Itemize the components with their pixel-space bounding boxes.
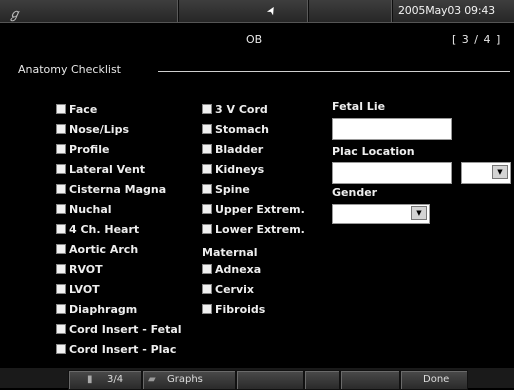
checklist-item-cord-insert-fetal[interactable]: Cord Insert - Fetal bbox=[56, 322, 182, 338]
checklist-item-label: Cord Insert - Fetal bbox=[69, 323, 182, 336]
checklist-item-label: Fibroids bbox=[215, 303, 266, 316]
plac-location-label: Plac Location bbox=[332, 145, 415, 158]
checklist-item-3-v-cord[interactable]: 3 V Cord bbox=[202, 102, 268, 118]
page-icon: ▮ bbox=[87, 374, 93, 385]
gender-label: Gender bbox=[332, 186, 378, 199]
checkbox[interactable] bbox=[56, 264, 66, 274]
graphs-button-label: Graphs bbox=[167, 374, 203, 385]
page-button-label: 3/4 bbox=[107, 374, 124, 385]
checkbox[interactable] bbox=[202, 184, 212, 194]
checkbox[interactable] bbox=[56, 244, 66, 254]
checklist-item-4-ch-heart[interactable]: 4 Ch. Heart bbox=[56, 222, 139, 238]
checklist-item-face[interactable]: Face bbox=[56, 102, 97, 118]
checklist-item-label: Profile bbox=[69, 143, 110, 156]
chevron-down-icon[interactable]: ▼ bbox=[411, 206, 427, 220]
checkbox[interactable] bbox=[56, 184, 66, 194]
softkey-3[interactable] bbox=[236, 370, 304, 390]
status-bar: ℊ ➤ 2005May03 09:43 bbox=[0, 0, 514, 23]
checklist-item-fibroids[interactable]: Fibroids bbox=[202, 302, 265, 318]
checklist-item-label: Nuchal bbox=[69, 203, 112, 216]
checklist-item-aortic-arch[interactable]: Aortic Arch bbox=[56, 242, 138, 258]
checklist-item-label: RVOT bbox=[69, 263, 103, 276]
checklist-item-label: Cord Insert - Plac bbox=[69, 343, 177, 356]
fetal-lie-field[interactable] bbox=[332, 118, 452, 140]
checkbox[interactable] bbox=[202, 204, 212, 214]
checkbox[interactable] bbox=[56, 284, 66, 294]
checklist-item-label: Bladder bbox=[215, 143, 264, 156]
checklist-item-label: Adnexa bbox=[215, 263, 262, 276]
checkbox[interactable] bbox=[202, 104, 212, 114]
checklist-item-label: Spine bbox=[215, 183, 250, 196]
done-button[interactable]: Done bbox=[400, 370, 468, 390]
graphs-button[interactable]: ▰ Graphs bbox=[142, 370, 236, 390]
graph-icon: ▰ bbox=[148, 374, 156, 385]
checklist-item-label: Lateral Vent bbox=[69, 163, 146, 176]
checklist-item-rvot[interactable]: RVOT bbox=[56, 262, 103, 278]
checkbox[interactable] bbox=[56, 204, 66, 214]
page-indicator: [ 3 / 4 ] bbox=[452, 33, 502, 46]
plac-location-select[interactable]: ▼ bbox=[461, 162, 511, 184]
checkbox[interactable] bbox=[202, 124, 212, 134]
checklist-item-label: 4 Ch. Heart bbox=[69, 223, 140, 236]
checklist-item-label: Upper Extrem. bbox=[215, 203, 305, 216]
checkbox[interactable] bbox=[56, 144, 66, 154]
checklist-item-cisterna-magna[interactable]: Cisterna Magna bbox=[56, 182, 166, 198]
checklist-item-label: Aortic Arch bbox=[69, 243, 139, 256]
checklist-item-lvot[interactable]: LVOT bbox=[56, 282, 100, 298]
softkey-4[interactable] bbox=[304, 370, 340, 390]
checklist-item-cervix[interactable]: Cervix bbox=[202, 282, 254, 298]
checkbox[interactable] bbox=[56, 324, 66, 334]
checkbox[interactable] bbox=[56, 304, 66, 314]
date-time: 2005May03 09:43 bbox=[398, 4, 495, 17]
plac-location-field[interactable] bbox=[332, 162, 452, 184]
checkbox[interactable] bbox=[202, 144, 212, 154]
checklist-item-bladder[interactable]: Bladder bbox=[202, 142, 263, 158]
checkbox[interactable] bbox=[202, 264, 212, 274]
checkbox[interactable] bbox=[202, 304, 212, 314]
fetal-lie-label: Fetal Lie bbox=[332, 100, 386, 113]
checklist-item-lower-extrem[interactable]: Lower Extrem. bbox=[202, 222, 305, 238]
checklist-item-label: Lower Extrem. bbox=[215, 223, 305, 236]
section-title: Anatomy Checklist bbox=[18, 63, 121, 76]
done-button-label: Done bbox=[423, 374, 450, 385]
checkbox[interactable] bbox=[56, 224, 66, 234]
checklist-item-diaphragm[interactable]: Diaphragm bbox=[56, 302, 137, 318]
checklist-item-label: Face bbox=[69, 103, 98, 116]
checkbox[interactable] bbox=[202, 224, 212, 234]
checklist-item-label: LVOT bbox=[69, 283, 100, 296]
checkbox[interactable] bbox=[56, 124, 66, 134]
checklist-item-nose-lips[interactable]: Nose/Lips bbox=[56, 122, 129, 138]
checklist-item-label: Kidneys bbox=[215, 163, 265, 176]
checklist-item-lateral-vent[interactable]: Lateral Vent bbox=[56, 162, 145, 178]
checklist-item-upper-extrem[interactable]: Upper Extrem. bbox=[202, 202, 305, 218]
checklist-item-adnexa[interactable]: Adnexa bbox=[202, 262, 261, 278]
page-button[interactable]: ▮ 3/4 bbox=[68, 370, 142, 390]
checkbox[interactable] bbox=[202, 284, 212, 294]
checklist-item-nuchal[interactable]: Nuchal bbox=[56, 202, 112, 218]
checklist-item-label: Cisterna Magna bbox=[69, 183, 167, 196]
checklist-item-label: Stomach bbox=[215, 123, 269, 136]
checkbox[interactable] bbox=[202, 164, 212, 174]
checklist-item-label: Nose/Lips bbox=[69, 123, 129, 136]
checklist-item-spine[interactable]: Spine bbox=[202, 182, 250, 198]
logo-icon: ℊ bbox=[8, 7, 22, 22]
checklist-item-stomach[interactable]: Stomach bbox=[202, 122, 269, 138]
chevron-down-icon[interactable]: ▼ bbox=[492, 165, 508, 179]
checkbox[interactable] bbox=[56, 164, 66, 174]
checklist-item-profile[interactable]: Profile bbox=[56, 142, 109, 158]
checklist-item-label: 3 V Cord bbox=[215, 103, 268, 116]
checkbox[interactable] bbox=[56, 344, 66, 354]
checklist-item-label: Diaphragm bbox=[69, 303, 138, 316]
checklist-item-kidneys[interactable]: Kidneys bbox=[202, 162, 264, 178]
checkbox[interactable] bbox=[56, 104, 66, 114]
maternal-heading: Maternal bbox=[202, 246, 258, 259]
checklist-item-cord-insert-plac[interactable]: Cord Insert - Plac bbox=[56, 342, 176, 358]
exam-mode-title: OB bbox=[246, 33, 263, 46]
softkey-5[interactable] bbox=[340, 370, 400, 390]
gender-select[interactable]: ▼ bbox=[332, 204, 430, 224]
checklist-item-label: Cervix bbox=[215, 283, 254, 296]
section-divider bbox=[158, 71, 510, 72]
